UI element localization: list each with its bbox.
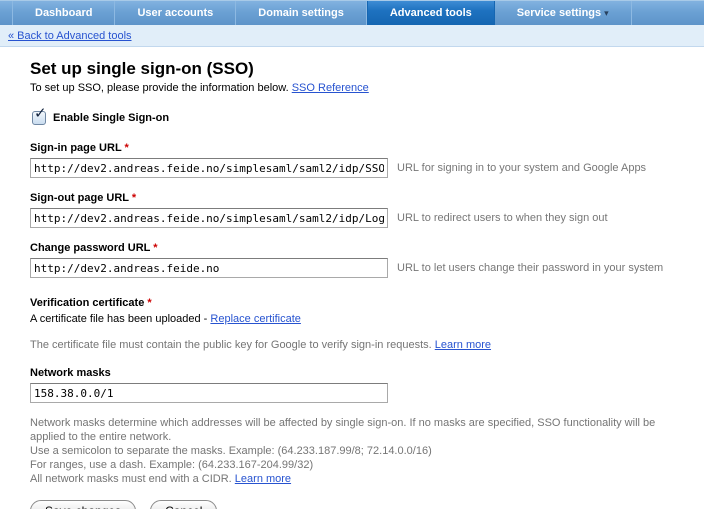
sign-out-url-label: Sign-out page URL * bbox=[30, 192, 690, 204]
certificate-learn-more-link[interactable]: Learn more bbox=[435, 339, 491, 351]
back-strip: « Back to Advanced tools bbox=[0, 25, 704, 47]
sign-out-url-group: Sign-out page URL * URL to redirect user… bbox=[30, 192, 690, 228]
masks-help-line-4-text: All network masks must end with a CIDR. bbox=[30, 473, 235, 485]
network-masks-label: Network masks bbox=[30, 367, 690, 379]
tab-label: Service settings bbox=[517, 7, 601, 19]
enable-sso-label: Enable Single Sign-on bbox=[53, 112, 169, 124]
sign-out-url-hint: URL to redirect users to when they sign … bbox=[397, 212, 608, 224]
required-asterisk: * bbox=[153, 242, 157, 254]
replace-certificate-link[interactable]: Replace certificate bbox=[210, 313, 301, 325]
masks-help-line-1: Network masks determine which addresses … bbox=[30, 416, 690, 444]
save-changes-button[interactable]: Save changes bbox=[30, 500, 136, 509]
change-password-url-input[interactable] bbox=[30, 258, 388, 278]
label-text: Verification certificate bbox=[30, 297, 144, 309]
tab-advanced-tools[interactable]: Advanced tools bbox=[367, 1, 495, 25]
cancel-button[interactable]: Cancel bbox=[150, 500, 217, 509]
sso-setup-page: Dashboard User accounts Domain settings … bbox=[0, 0, 704, 509]
change-password-url-hint: URL to let users change their password i… bbox=[397, 262, 663, 274]
certificate-status: A certificate file has been uploaded - R… bbox=[30, 313, 690, 325]
label-text: Sign-out page URL bbox=[30, 192, 129, 204]
masks-help-line-4: All network masks must end with a CIDR. … bbox=[30, 472, 690, 486]
sign-in-url-input[interactable] bbox=[30, 158, 388, 178]
label-text: Sign-in page URL bbox=[30, 142, 121, 154]
certificate-help: The certificate file must contain the pu… bbox=[30, 339, 690, 351]
sign-in-url-label: Sign-in page URL * bbox=[30, 142, 690, 154]
sign-in-url-hint: URL for signing in to your system and Go… bbox=[397, 162, 646, 174]
sign-out-url-input[interactable] bbox=[30, 208, 388, 228]
network-masks-help: Network masks determine which addresses … bbox=[30, 416, 690, 486]
masks-help-line-2: Use a semicolon to separate the masks. E… bbox=[30, 444, 690, 458]
sign-in-url-group: Sign-in page URL * URL for signing in to… bbox=[30, 142, 690, 178]
tab-user-accounts[interactable]: User accounts bbox=[115, 1, 236, 25]
tab-label: User accounts bbox=[137, 7, 213, 19]
back-to-advanced-tools-link[interactable]: « Back to Advanced tools bbox=[8, 30, 132, 42]
verification-certificate-group: Verification certificate * A certificate… bbox=[30, 297, 690, 351]
change-password-url-label: Change password URL * bbox=[30, 242, 690, 254]
enable-sso-row: ✓ Enable Single Sign-on bbox=[32, 111, 690, 125]
sso-reference-link[interactable]: SSO Reference bbox=[292, 82, 369, 94]
top-navbar: Dashboard User accounts Domain settings … bbox=[0, 0, 704, 25]
required-asterisk: * bbox=[147, 297, 151, 309]
intro-sentence: To set up SSO, please provide the inform… bbox=[30, 82, 292, 94]
label-text: Change password URL bbox=[30, 242, 150, 254]
change-password-url-group: Change password URL * URL to let users c… bbox=[30, 242, 690, 278]
tab-label: Domain settings bbox=[258, 7, 344, 19]
tab-label: Advanced tools bbox=[390, 7, 472, 19]
tab-dashboard[interactable]: Dashboard bbox=[12, 1, 115, 25]
verification-certificate-label: Verification certificate * bbox=[30, 297, 690, 309]
form-actions: Save changes Cancel bbox=[30, 500, 690, 509]
chevron-down-icon: ▾ bbox=[604, 8, 609, 19]
masks-learn-more-link[interactable]: Learn more bbox=[235, 473, 291, 485]
enable-sso-checkbox[interactable]: ✓ bbox=[32, 111, 46, 125]
checkmark-icon: ✓ bbox=[34, 106, 47, 121]
intro-text: To set up SSO, please provide the inform… bbox=[30, 82, 690, 94]
page-title: Set up single sign-on (SSO) bbox=[30, 59, 690, 79]
required-asterisk: * bbox=[132, 192, 136, 204]
network-masks-input[interactable] bbox=[30, 383, 388, 403]
main-content: Set up single sign-on (SSO) To set up SS… bbox=[0, 47, 704, 509]
tab-label: Dashboard bbox=[35, 7, 92, 19]
tab-domain-settings[interactable]: Domain settings bbox=[236, 1, 367, 25]
required-asterisk: * bbox=[125, 142, 129, 154]
certificate-status-text: A certificate file has been uploaded - bbox=[30, 313, 210, 325]
masks-help-line-3: For ranges, use a dash. Example: (64.233… bbox=[30, 458, 690, 472]
certificate-help-text: The certificate file must contain the pu… bbox=[30, 339, 435, 351]
tab-service-settings[interactable]: Service settings ▾ bbox=[495, 1, 632, 25]
network-masks-group: Network masks Network masks determine wh… bbox=[30, 367, 690, 486]
